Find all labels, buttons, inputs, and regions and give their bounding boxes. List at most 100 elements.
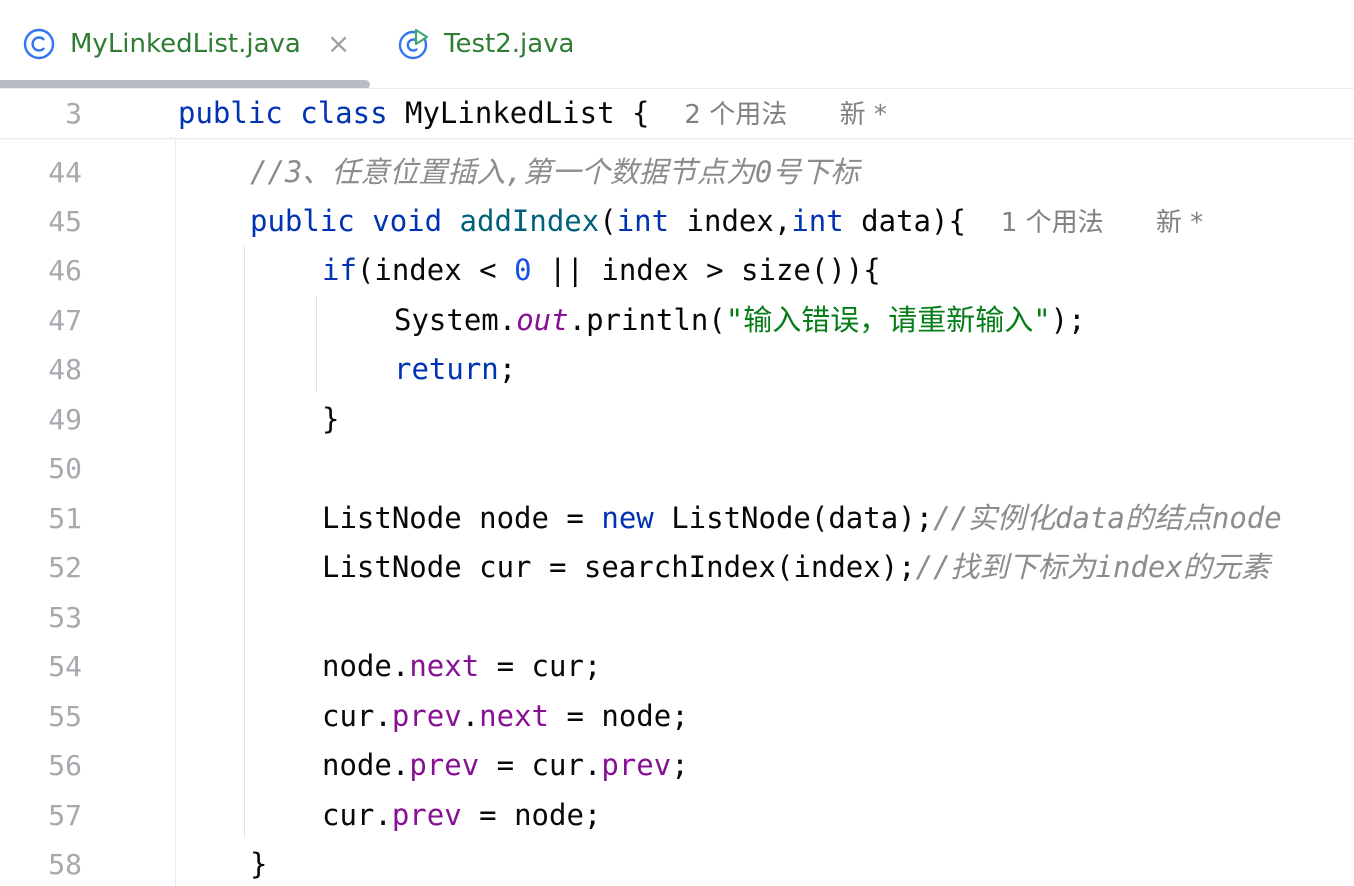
code-text: ListNode cur = searchIndex(index); [322,550,916,584]
line-number: 44 [48,156,82,189]
code-row: 45 public void addIndex(int index,int da… [0,197,1354,246]
code-row: 52 ListNode cur = searchIndex(index);//找… [0,543,1354,592]
code-line: System.out.println("输入错误，请重新输入"); [394,296,1086,345]
code-text: node. [322,649,410,683]
line-number: 58 [48,848,82,881]
code-row: 54 node.next = cur; [0,642,1354,691]
brace: { [632,96,650,130]
code-text: . [461,699,480,733]
editor-tab-bar: MyLinkedList.java × Test2.java [0,0,1354,89]
field: prev [409,748,480,782]
code-line: ListNode cur = searchIndex(index);//找到下标… [322,543,1270,592]
code-row: 55 cur.prev.next = node; [0,692,1354,741]
author-hint[interactable]: 新 * [1156,208,1203,238]
code-text: ( [599,204,617,238]
line-number: 56 [48,749,82,782]
code-text: = node; [461,798,602,832]
tab-label: Test2.java [444,29,575,59]
line-number: 48 [48,353,82,386]
comment: //3、任意位置插入,第一个数据节点为0号下标 [250,155,860,189]
sticky-class-header[interactable]: 3 public class MyLinkedList { 2 个用法 新 * [0,89,1354,139]
tab-mylinkedlist[interactable]: MyLinkedList.java × [22,22,350,66]
code-text: index, [669,204,792,238]
keyword: void [372,204,443,238]
code-line: node.prev = cur.prev; [322,741,689,790]
code-row: 50 [0,444,1354,493]
keyword: class [300,96,388,130]
string-literal: "输入错误，请重新输入" [725,303,1051,337]
usages-hint[interactable]: 1 个用法 [1001,208,1104,238]
line-number: 50 [48,452,82,485]
line-number: 3 [65,97,82,130]
field: prev [601,748,672,782]
keyword: if [322,253,357,287]
code-text: .println( [568,303,726,337]
code-row: 51 ListNode node = new ListNode(data);//… [0,494,1354,543]
tab-test2[interactable]: Test2.java [396,22,574,66]
line-number: 52 [48,551,82,584]
code-line: public class MyLinkedList { 2 个用法 新 * [178,89,887,140]
code-line: } [322,395,339,444]
keyword: public [178,96,283,130]
code-text: ; [671,748,689,782]
line-number: 53 [48,601,82,634]
runnable-class-icon [398,28,429,60]
code-row: 58 } [0,840,1354,886]
tab-label: MyLinkedList.java [70,29,301,59]
line-number: 47 [48,304,82,337]
field: next [409,649,480,683]
code-text: ListNode(data); [653,501,934,535]
line-number: 55 [48,700,82,733]
code-line: } [250,840,267,886]
keyword: new [601,501,654,535]
code-text: data){ [843,204,966,238]
number-literal: 0 [514,253,532,287]
code-text: node. [322,748,410,782]
keyword: public [250,204,355,238]
field: prev [391,699,462,733]
author-hint[interactable]: 新 * [840,100,887,130]
code-row: 49 } [0,395,1354,444]
code-row: 57 cur.prev = node; [0,791,1354,840]
code-line: if(index < 0 || index > size()){ [322,246,881,295]
code-text: } [250,847,268,881]
code-text: ListNode node = [322,501,602,535]
code-row: 48 return; [0,345,1354,394]
code-text: } [322,402,340,436]
comment: //找到下标为index的元素 [915,550,1270,584]
code-row: 44 //3、任意位置插入,第一个数据节点为0号下标 [0,148,1354,197]
code-text: = node; [549,699,689,733]
close-tab-icon[interactable]: × [327,30,350,58]
field: next [479,699,549,733]
code-line: //3、任意位置插入,第一个数据节点为0号下标 [250,148,859,197]
line-number: 54 [48,650,82,683]
code-row: 47 System.out.println("输入错误，请重新输入"); [0,296,1354,345]
line-number: 51 [48,502,82,535]
line-number: 45 [48,205,82,238]
code-text: = cur. [479,748,602,782]
method-name: addIndex [459,204,600,238]
code-text: cur. [322,699,392,733]
line-number: 49 [48,403,82,436]
code-line: public void addIndex(int index,int data)… [250,197,1203,248]
line-number: 57 [48,799,82,832]
code-text: (index < [356,253,515,287]
code-text: ); [1050,303,1086,337]
keyword: int [616,204,670,238]
code-line: node.next = cur; [322,642,601,691]
class-icon [23,28,55,60]
code-line: cur.prev = node; [322,791,601,840]
usages-hint[interactable]: 2 个用法 [684,100,787,130]
code-text: ; [498,352,517,386]
keyword: return [394,352,499,386]
code-line: return; [394,345,516,394]
class-name: MyLinkedList [405,96,615,130]
static-field: out [516,303,569,337]
code-text: cur. [322,798,392,832]
code-text: || index > size()){ [531,253,881,287]
keyword: int [791,204,844,238]
code-line: ListNode node = new ListNode(data);//实例化… [322,494,1282,543]
code-row: 56 node.prev = cur.prev; [0,741,1354,790]
code-row: 46 if(index < 0 || index > size()){ [0,246,1354,295]
comment: //实例化data的结点node [933,501,1282,535]
